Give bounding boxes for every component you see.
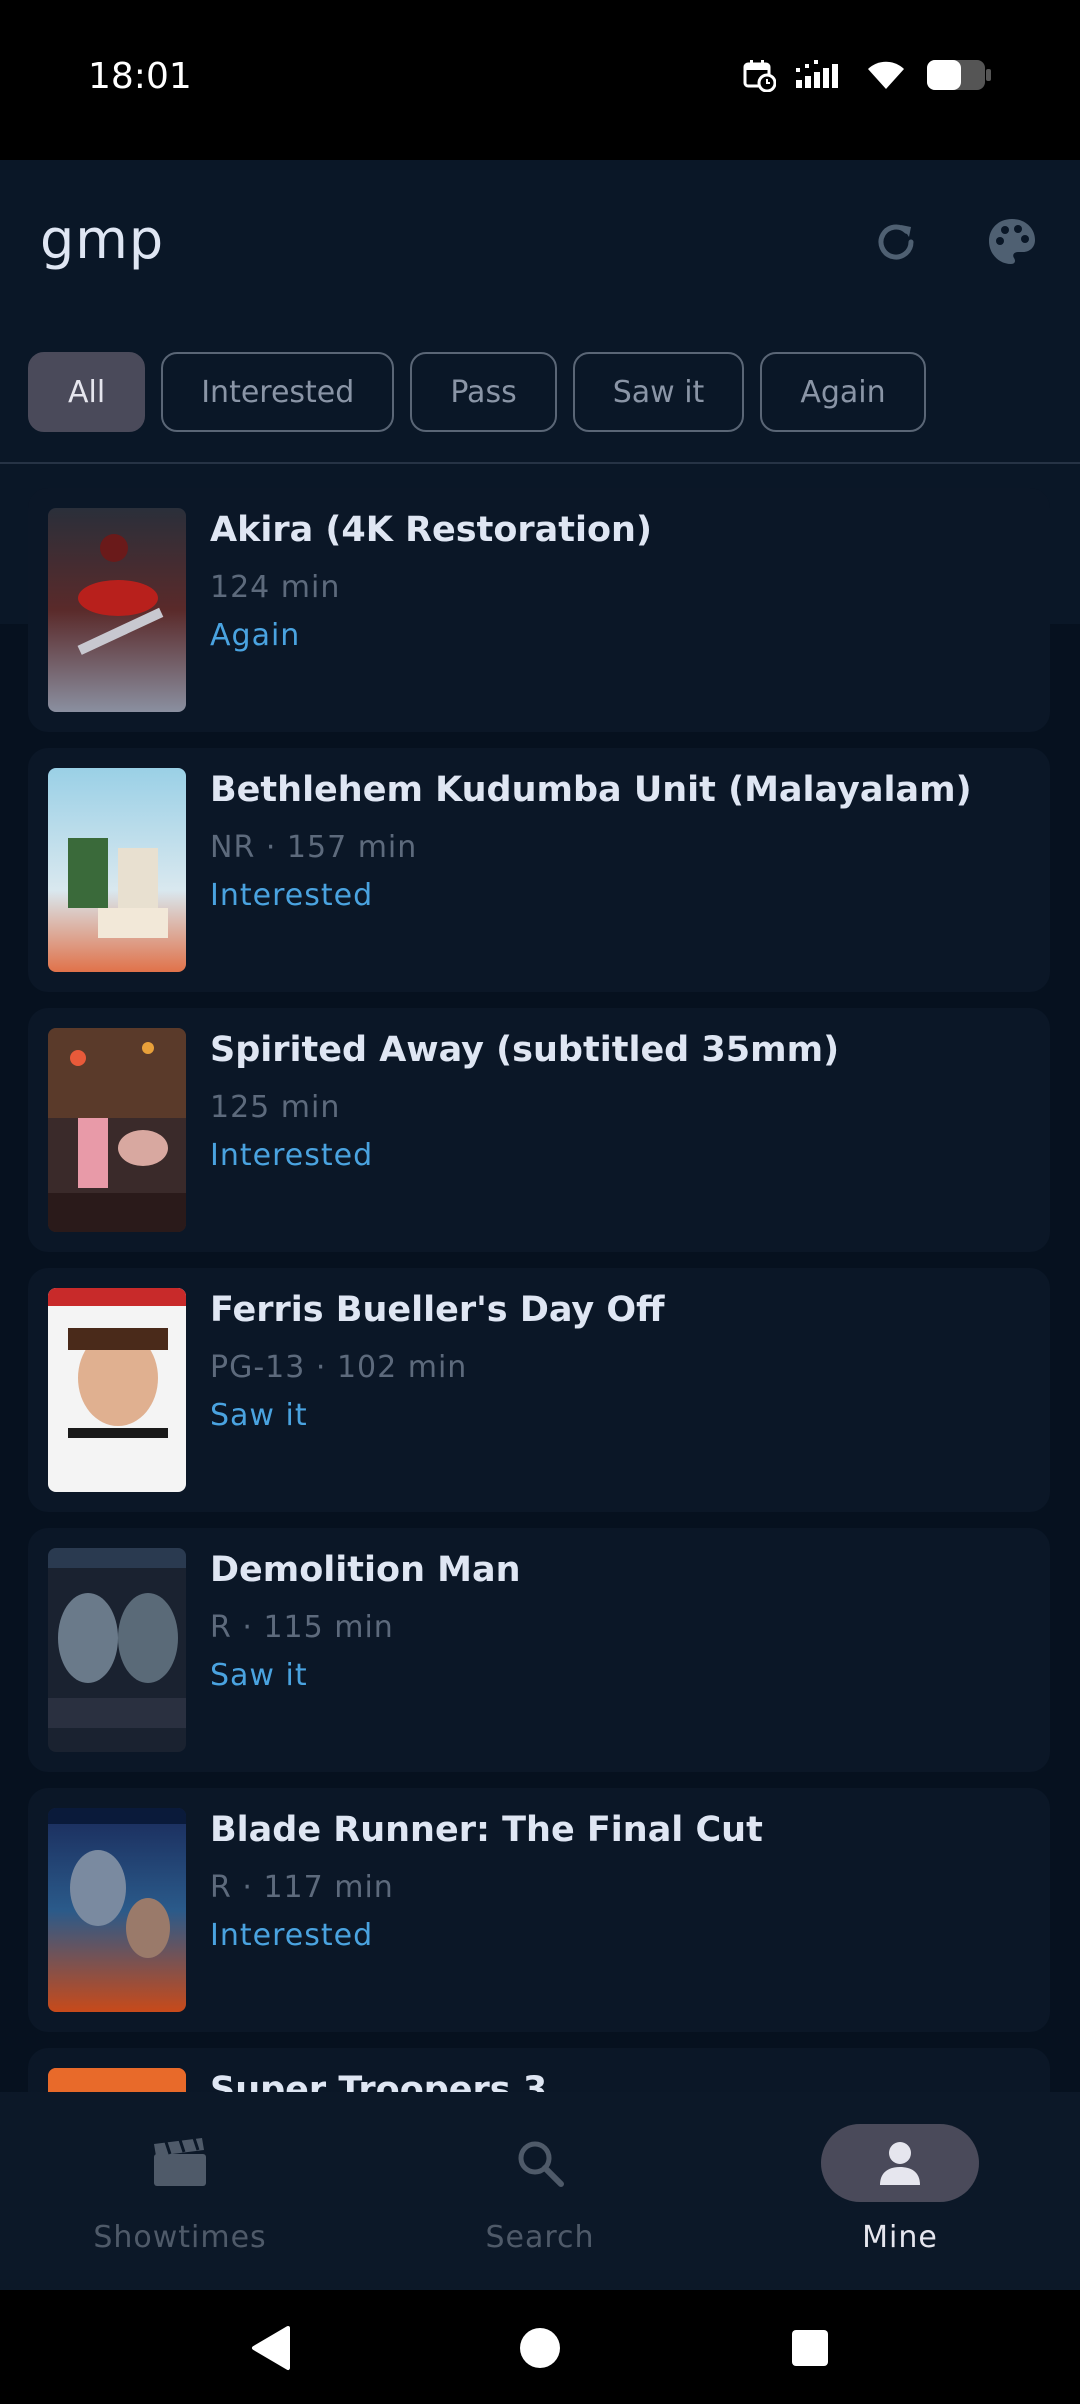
home-icon bbox=[518, 2326, 562, 2374]
search-icon bbox=[461, 2124, 619, 2202]
film-card[interactable]: Demolition Man R · 115 min Saw it bbox=[28, 1528, 1050, 1772]
film-meta: NR · 157 min bbox=[210, 830, 418, 865]
top-app-bar: gmp bbox=[0, 160, 1080, 320]
filter-chip-again[interactable]: Again bbox=[760, 352, 926, 432]
film-card[interactable]: Bethlehem Kudumba Unit (Malayalam) NR · … bbox=[28, 748, 1050, 992]
film-status: Saw it bbox=[210, 1398, 308, 1433]
film-card[interactable]: Spirited Away (subtitled 35mm) 125 min I… bbox=[28, 1008, 1050, 1252]
film-meta: PG-13 · 102 min bbox=[210, 1350, 468, 1385]
filter-chip-saw-it[interactable]: Saw it bbox=[572, 352, 745, 432]
nav-label: Mine bbox=[862, 2220, 938, 2255]
film-card[interactable]: Blade Runner: The Final Cut R · 117 min … bbox=[28, 1788, 1050, 2032]
film-title: Akira (4K Restoration) bbox=[210, 510, 652, 550]
film-meta: 124 min bbox=[210, 570, 341, 605]
film-title: Blade Runner: The Final Cut bbox=[210, 1810, 763, 1850]
palette-icon bbox=[985, 215, 1039, 273]
filter-chip-pass[interactable]: Pass bbox=[410, 352, 557, 432]
film-meta: R · 115 min bbox=[210, 1610, 394, 1645]
status-time: 18:01 bbox=[88, 56, 192, 97]
film-meta: 125 min bbox=[210, 1090, 341, 1125]
nav-mine[interactable]: Mine bbox=[720, 2092, 1080, 2290]
film-poster bbox=[48, 768, 186, 972]
film-title: Demolition Man bbox=[210, 1550, 521, 1590]
calendar-alarm-icon bbox=[742, 58, 777, 96]
signal-icon bbox=[796, 60, 846, 94]
nav-search[interactable]: Search bbox=[360, 2092, 720, 2290]
film-card[interactable]: Ferris Bueller's Day Off PG-13 · 102 min… bbox=[28, 1268, 1050, 1512]
film-status: Interested bbox=[210, 878, 374, 913]
nav-label: Showtimes bbox=[93, 2220, 267, 2255]
home-button[interactable] bbox=[510, 2320, 570, 2380]
film-title: Spirited Away (subtitled 35mm) bbox=[210, 1030, 840, 1070]
back-icon bbox=[248, 2324, 292, 2376]
filter-chip-interested[interactable]: Interested bbox=[161, 352, 395, 432]
theme-button[interactable] bbox=[980, 212, 1044, 276]
film-card[interactable]: Akira (4K Restoration) 124 min Again bbox=[28, 488, 1050, 732]
filter-chip-all[interactable]: All bbox=[28, 352, 146, 432]
film-status: Interested bbox=[210, 1138, 374, 1173]
film-poster bbox=[48, 508, 186, 712]
app-screen: gmp All Interested Pass Saw it Again Aki… bbox=[0, 160, 1080, 2290]
filter-chips: All Interested Pass Saw it Again bbox=[28, 352, 926, 432]
recents-icon bbox=[790, 2328, 830, 2372]
person-icon bbox=[821, 2124, 979, 2202]
refresh-icon bbox=[871, 217, 921, 271]
film-poster bbox=[48, 1548, 186, 1752]
film-status: Saw it bbox=[210, 1658, 308, 1693]
film-status: Again bbox=[210, 618, 301, 653]
recents-button[interactable] bbox=[780, 2320, 840, 2380]
film-title: Ferris Bueller's Day Off bbox=[210, 1290, 665, 1330]
battery-icon bbox=[926, 58, 992, 96]
status-icons bbox=[742, 58, 992, 96]
back-button[interactable] bbox=[240, 2320, 300, 2380]
status-bar: 18:01 bbox=[0, 0, 1080, 160]
refresh-button[interactable] bbox=[864, 212, 928, 276]
film-list[interactable]: Akira (4K Restoration) 124 min Again Bet… bbox=[0, 464, 1080, 2252]
wifi-icon bbox=[866, 59, 906, 95]
bottom-navigation: Showtimes Search Mine bbox=[0, 2092, 1080, 2290]
film-status: Interested bbox=[210, 1918, 374, 1953]
nav-showtimes[interactable]: Showtimes bbox=[0, 2092, 360, 2290]
film-poster bbox=[48, 1288, 186, 1492]
film-poster bbox=[48, 1808, 186, 2012]
app-title: gmp bbox=[40, 208, 165, 271]
film-title: Bethlehem Kudumba Unit (Malayalam) bbox=[210, 770, 972, 810]
nav-label: Search bbox=[485, 2220, 595, 2255]
system-navigation-bar bbox=[0, 2290, 1080, 2404]
film-poster bbox=[48, 1028, 186, 1232]
film-meta: R · 117 min bbox=[210, 1870, 394, 1905]
clapperboard-icon bbox=[101, 2124, 259, 2202]
